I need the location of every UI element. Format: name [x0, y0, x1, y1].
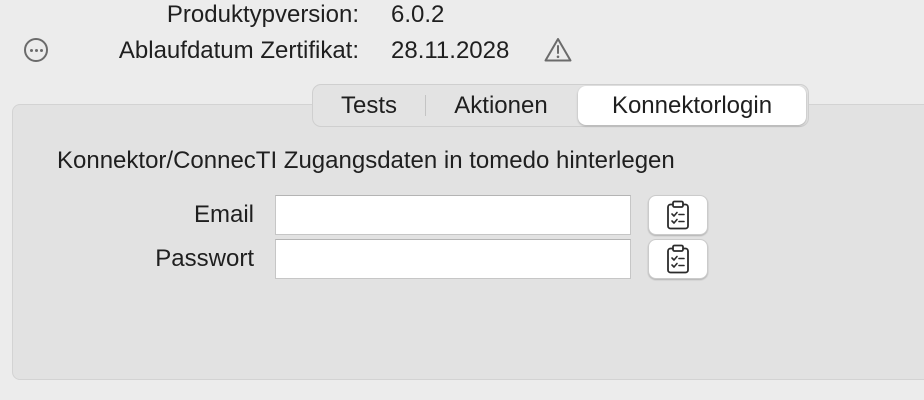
- password-field[interactable]: [275, 239, 631, 279]
- connector-settings-view: Produktypversion: 6.0.2 Ablaufdatum Zert…: [0, 0, 924, 400]
- product-version-label: Produktypversion:: [166, 1, 359, 28]
- tab-bar: Tests Aktionen Konnektorlogin: [312, 84, 809, 127]
- tab-tests[interactable]: Tests: [313, 85, 425, 126]
- clipboard-check-icon: [667, 200, 689, 230]
- paste-email-button[interactable]: [648, 195, 708, 235]
- cert-expiry-value: 28.11.2028: [391, 37, 510, 64]
- clipboard-check-icon: [667, 244, 689, 274]
- password-label: Passwort: [155, 245, 254, 272]
- product-version-value: 6.0.2: [391, 1, 445, 28]
- tab-aktionen[interactable]: Aktionen: [426, 85, 576, 126]
- email-label: Email: [193, 201, 254, 228]
- paste-password-button[interactable]: [648, 239, 708, 279]
- cert-expiry-label: Ablaufdatum Zertifikat:: [118, 37, 359, 64]
- tab-konnektorlogin[interactable]: Konnektorlogin: [578, 86, 806, 125]
- section-heading: Konnektor/ConnecTI Zugangsdaten in tomed…: [57, 147, 675, 174]
- product-version-row: Produktypversion: 6.0.2: [0, 0, 924, 30]
- email-field[interactable]: [275, 195, 631, 235]
- warning-triangle-icon[interactable]: [543, 36, 573, 64]
- cert-expiry-row: Ablaufdatum Zertifikat: 28.11.2028: [0, 36, 924, 66]
